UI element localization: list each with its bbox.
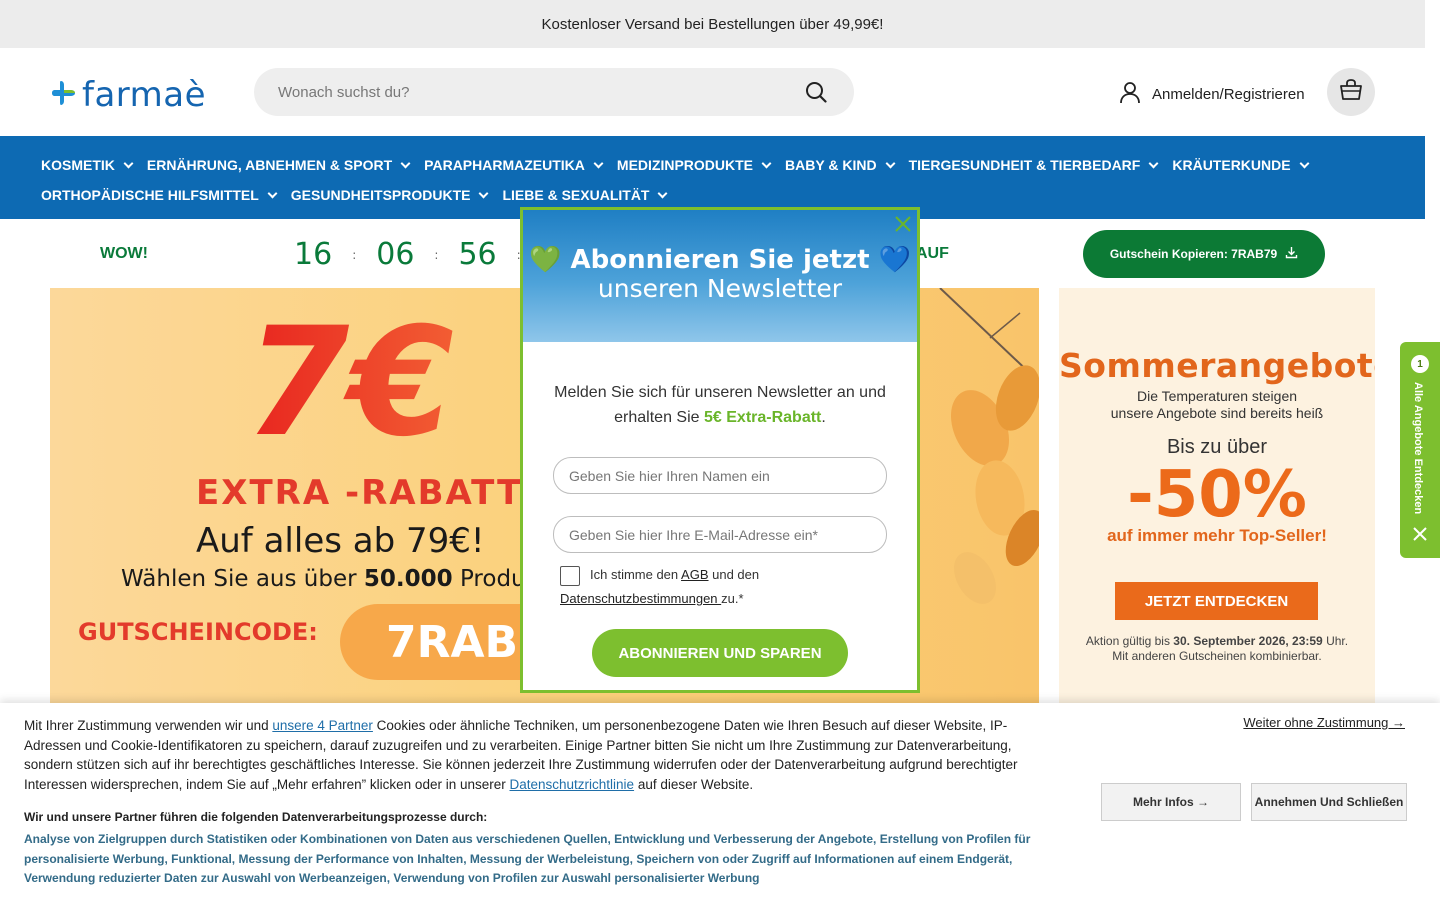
timer-separator: : [352, 247, 357, 262]
name-field[interactable] [553, 457, 887, 494]
nav-item-liebe-sexualitaet[interactable]: LIEBE & SEXUALITÄT [502, 187, 668, 203]
copy-coupon-button[interactable]: Gutschein Kopieren: 7RAB79 [1083, 230, 1325, 278]
chevron-down-icon [1148, 158, 1159, 168]
hero-code-label: GUTSCHEINCODE: [78, 618, 318, 646]
blue-heart-icon: 💙 [878, 245, 911, 275]
search-icon[interactable] [802, 78, 830, 106]
cookie-banner: Mit Ihrer Zustimmung verwenden wir und u… [0, 703, 1440, 900]
timer-hours: 16 [294, 237, 333, 272]
chevron-down-icon [479, 188, 489, 198]
wow-label: WOW! [100, 245, 148, 262]
cookie-processing-heading: Wir und unsere Partner führen die folgen… [24, 810, 488, 824]
chevron-down-icon [267, 188, 278, 198]
consent-checkbox[interactable] [560, 565, 580, 586]
timer-minutes: 06 [376, 237, 415, 272]
newsletter-modal: 💚 Abonnieren Sie jetzt 💙 unseren Newslet… [520, 207, 920, 693]
subscribe-button[interactable]: ABONNIEREN UND SPAREN [592, 629, 848, 677]
cookie-purposes: Analyse von Zielgruppen durch Statistike… [24, 832, 1031, 885]
close-icon[interactable] [1412, 526, 1428, 542]
summer-subtitle: Die Temperaturen steigen unsere Angebote… [1110, 388, 1324, 421]
basket-icon [1339, 78, 1363, 106]
user-icon [1118, 80, 1142, 108]
offers-tab-label: Alle Angebote Entdecken [1412, 382, 1424, 515]
discount-highlight: 5€ Extra-Rabatt [704, 409, 822, 426]
green-heart-icon: 💚 [529, 245, 562, 275]
nav-item-kraeuterkunde[interactable]: KRÄUTERKUNDE [1172, 157, 1310, 173]
site-header: farmaè Anmelden/Registrieren [0, 48, 1425, 136]
agb-link[interactable]: AGB [681, 567, 708, 582]
summer-discount: -50% [1127, 458, 1307, 532]
nav-item-medizinprodukte[interactable]: MEDIZINPRODUKTE [617, 157, 772, 173]
chevron-down-icon [593, 158, 604, 168]
newsletter-description: Melden Sie sich für unseren Newsletter a… [554, 384, 886, 426]
search-input[interactable] [278, 83, 802, 101]
nav-item-baby-kind[interactable]: BABY & KIND [785, 157, 896, 173]
logo[interactable]: farmaè [50, 78, 206, 112]
cookie-text: Mit Ihrer Zustimmung verwenden wir und u… [24, 718, 1018, 792]
accept-and-close-button[interactable]: Annehmen Und Schließen [1251, 783, 1407, 821]
newsletter-subtitle: unseren Newsletter [597, 274, 843, 303]
hero-subline: Wählen Sie aus über 50.000 Produ [121, 566, 526, 592]
summer-title: Sommerangebote [1059, 346, 1375, 385]
hero-headline: Auf alles ab 79€! [196, 521, 485, 561]
nav-row-1: KOSMETIK ERNÄHRUNG, ABNEHMEN & SPORT PAR… [41, 150, 1425, 180]
hero-extra-label: EXTRA -RABATT [196, 473, 523, 513]
chevron-down-icon [658, 188, 668, 198]
chevron-down-icon [885, 158, 896, 168]
chevron-down-icon [1299, 158, 1310, 168]
auf-label: AUF [916, 245, 949, 262]
download-icon [1285, 246, 1298, 262]
email-field[interactable] [553, 516, 887, 553]
discover-now-button[interactable]: JETZT ENTDECKEN [1115, 582, 1318, 620]
chevron-down-icon [400, 158, 411, 168]
close-icon[interactable] [893, 214, 913, 234]
nav-item-orthopaedisch[interactable]: ORTHOPÄDISCHE HILFSMITTEL [41, 187, 278, 203]
more-info-button[interactable]: Mehr Infos → [1101, 783, 1241, 821]
nav-item-gesundheitsprodukte[interactable]: GESUNDHEITSPRODUKTE [291, 187, 489, 203]
consent-row: Ich stimme den AGB und den Datenschutzbe… [560, 565, 760, 606]
continue-without-consent-link[interactable]: Weiter ohne Zustimmung → [1243, 715, 1405, 730]
nav-row-2: ORTHOPÄDISCHE HILFSMITTEL GESUNDHEITSPRO… [41, 180, 1425, 210]
privacy-link[interactable]: Datenschutzbestimmungen [560, 591, 721, 606]
chevron-down-icon [123, 158, 134, 168]
offers-count-badge: 1 [1411, 355, 1429, 373]
nav-item-tiergesundheit[interactable]: TIERGESUNDHEIT & TIERBEDARF [909, 157, 1159, 173]
logo-text: farmaè [82, 75, 207, 115]
partners-link[interactable]: unsere 4 Partner [272, 718, 373, 733]
nav-item-kosmetik[interactable]: KOSMETIK [41, 157, 134, 173]
announcement-bar: Kostenloser Versand bei Bestellungen übe… [0, 0, 1425, 48]
timer-separator: : [434, 247, 439, 262]
nav-item-ernaehrung[interactable]: ERNÄHRUNG, ABNEHMEN & SPORT [147, 157, 411, 173]
login-link[interactable]: Anmelden/Registrieren [1118, 80, 1305, 108]
newsletter-header: 💚 Abonnieren Sie jetzt 💙 unseren Newslet… [523, 210, 917, 342]
coupon-button-label: Gutschein Kopieren: 7RAB79 [1109, 247, 1278, 261]
login-label: Anmelden/Registrieren [1152, 85, 1305, 103]
summer-offers-banner[interactable]: Sommerangebote Die Temperaturen steigen … [1059, 288, 1375, 708]
cart-button[interactable] [1327, 68, 1375, 116]
search-bar [254, 68, 854, 116]
chevron-down-icon [761, 158, 772, 168]
summer-note: Aktion gültig bis 30. September 2026, 23… [1085, 634, 1349, 663]
hero-amount: 7€ [245, 296, 454, 470]
offers-side-tab[interactable]: 1 Alle Angebote Entdecken [1400, 342, 1440, 558]
autumn-leaves-decoration [939, 288, 1039, 604]
announcement-text: Kostenloser Versand bei Bestellungen übe… [541, 15, 884, 33]
newsletter-title: 💚 Abonnieren Sie jetzt 💙 [529, 245, 911, 275]
timer-seconds: 56 [458, 237, 497, 272]
summer-bis-label: Bis zu über [1166, 436, 1268, 458]
cross-logo-icon [50, 79, 78, 112]
nav-item-parapharmazeutika[interactable]: PARAPHARMAZEUTIKA [424, 157, 604, 173]
privacy-policy-link[interactable]: Datenschutzrichtlinie [510, 777, 635, 792]
summer-topseller: auf immer mehr Top-Seller! [1107, 526, 1327, 545]
